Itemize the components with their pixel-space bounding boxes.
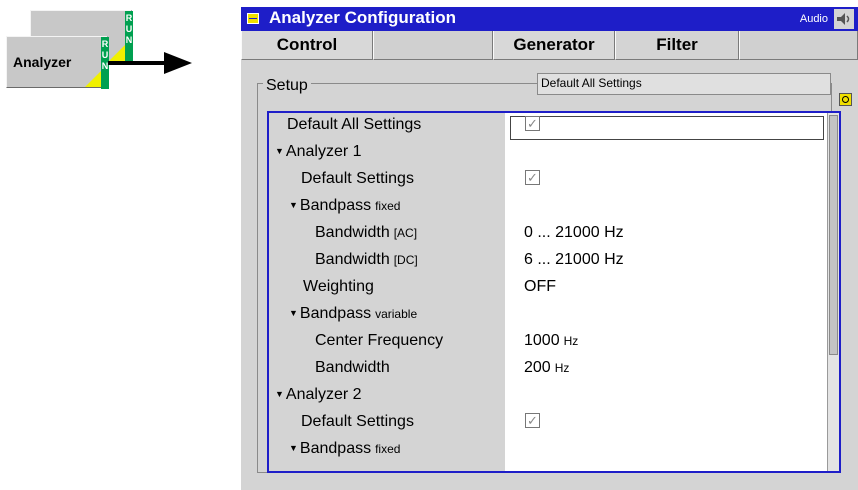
settings-tree: Default All Settings ✓ ▼ Analyzer 1 Defau…	[267, 111, 841, 473]
softkey-corner-triangle	[85, 71, 101, 87]
window-title: Analyzer Configuration	[269, 8, 457, 27]
tab-generator[interactable]: Generator	[493, 31, 615, 60]
row-bandwidth-variable[interactable]: Bandwidth 200 Hz	[269, 356, 827, 382]
row-analyzer-1[interactable]: ▼ Analyzer 1	[269, 140, 827, 166]
checkmark-icon[interactable]: ✓	[525, 116, 540, 131]
row-sublabel: fixed	[375, 442, 401, 456]
row-label: Analyzer 2	[285, 386, 362, 403]
row-sublabel: [AC]	[393, 226, 418, 240]
row-label: Bandpass	[299, 197, 372, 214]
row-value: 6 ... 21000 Hz	[524, 251, 624, 268]
row-label: Default Settings	[301, 413, 414, 430]
row-sublabel: [DC]	[393, 253, 418, 267]
speaker-icon[interactable]	[834, 9, 854, 29]
mode-label: Audio	[799, 13, 828, 25]
row-label: Weighting	[303, 278, 374, 295]
row-label: Bandwidth	[315, 224, 390, 241]
scrollbar-thumb[interactable]	[829, 115, 838, 355]
triangle-down-icon[interactable]: ▼	[289, 308, 298, 318]
row-value: 1000	[524, 332, 560, 349]
triangle-down-icon[interactable]: ▼	[275, 389, 284, 399]
row-label: Analyzer 1	[285, 143, 362, 160]
row-value: 0 ... 21000 Hz	[524, 224, 624, 241]
row-label: Center Frequency	[315, 332, 444, 349]
scrollbar[interactable]	[827, 113, 839, 471]
row-unit: Hz	[563, 334, 579, 348]
tab-empty-1[interactable]	[373, 31, 493, 60]
row-center-frequency[interactable]: Center Frequency 1000 Hz	[269, 329, 827, 355]
row-label: Bandwidth	[315, 359, 390, 376]
row-value: OFF	[524, 278, 556, 295]
row-default-settings-2[interactable]: Default Settings ✓	[269, 410, 827, 436]
row-label: Bandpass	[299, 305, 372, 322]
window-menu-icon[interactable]	[247, 13, 259, 24]
row-unit: Hz	[554, 361, 570, 375]
arrow-head-icon	[164, 52, 192, 74]
row-label: Default All Settings	[287, 116, 422, 133]
row-analyzer-2[interactable]: ▼ Analyzer 2	[269, 383, 827, 409]
row-bandpass-variable[interactable]: ▼ Bandpass variable	[269, 302, 827, 328]
tab-bar: Control Generator Filter	[241, 31, 858, 61]
softkey-corner-triangle	[109, 45, 125, 61]
triangle-down-icon[interactable]: ▼	[289, 200, 298, 210]
row-bandpass-fixed-2[interactable]: ▼ Bandpass fixed	[269, 437, 827, 463]
row-value: 200	[524, 359, 551, 376]
row-default-settings-1[interactable]: Default Settings ✓	[269, 167, 827, 193]
checkmark-icon[interactable]: ✓	[525, 413, 540, 428]
triangle-down-icon[interactable]: ▼	[275, 146, 284, 156]
triangle-down-icon[interactable]: ▼	[289, 443, 298, 453]
row-label: Bandwidth	[315, 251, 390, 268]
row-label: Default Settings	[301, 170, 414, 187]
title-bar: Analyzer Configuration Audio	[241, 7, 858, 31]
context-info-field: Default All Settings	[537, 73, 831, 95]
setup-group-label: Setup	[263, 77, 311, 95]
refresh-icon[interactable]	[839, 93, 852, 106]
analyzer-softkey[interactable]: Analyzer RUN	[6, 36, 109, 89]
run-indicator: RUN	[125, 11, 133, 63]
row-bandwidth-dc[interactable]: Bandwidth [DC] 6 ... 21000 Hz	[269, 248, 827, 274]
row-bandwidth-ac[interactable]: Bandwidth [AC] 0 ... 21000 Hz	[269, 221, 827, 247]
row-label: Bandpass	[299, 440, 372, 457]
row-bandpass-fixed-1[interactable]: ▼ Bandpass fixed	[269, 194, 827, 220]
analyzer-configuration-window: Analyzer Configuration Audio Control Gen…	[241, 7, 858, 490]
row-sublabel: fixed	[375, 199, 401, 213]
tab-empty-2[interactable]	[739, 31, 858, 60]
row-weighting[interactable]: Weighting OFF	[269, 275, 827, 301]
focused-value-field[interactable]	[510, 116, 824, 140]
checkmark-icon[interactable]: ✓	[525, 170, 540, 185]
analyzer-softkey-label: Analyzer	[13, 54, 72, 70]
tab-control[interactable]: Control	[241, 31, 373, 60]
row-sublabel: variable	[375, 307, 418, 321]
row-default-all-settings[interactable]: Default All Settings ✓	[269, 113, 827, 140]
arrow-icon	[108, 61, 168, 65]
tab-filter[interactable]: Filter	[615, 31, 739, 60]
